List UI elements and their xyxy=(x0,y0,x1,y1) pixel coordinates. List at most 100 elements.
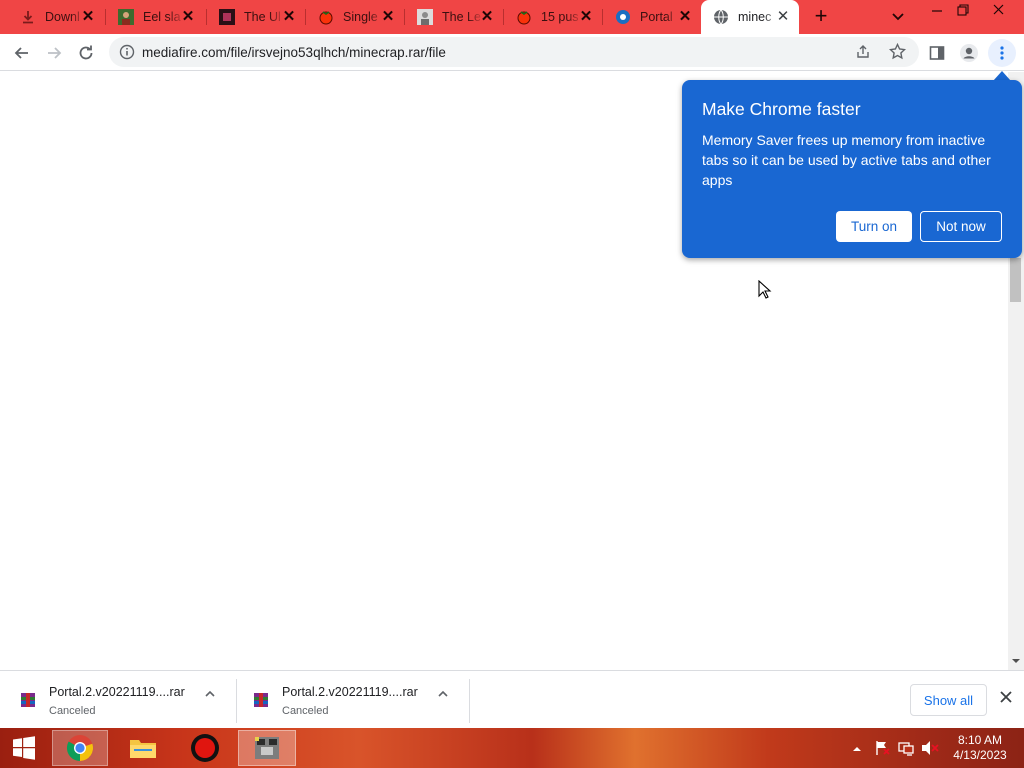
square-logo-icon xyxy=(219,9,235,25)
tab-the-le[interactable]: The Le ✕ xyxy=(405,0,503,34)
winrar-archive-icon xyxy=(21,693,35,707)
chevron-down-icon xyxy=(892,13,904,21)
side-panel-button[interactable] xyxy=(923,39,951,67)
close-icon[interactable]: ✕ xyxy=(775,9,791,25)
tab-title: Portal xyxy=(640,10,673,24)
reload-icon xyxy=(79,45,93,60)
download-item[interactable]: Portal.2.v20221119....rar Canceled xyxy=(233,671,469,729)
download-shelf: Portal.2.v20221119....rar Canceled Porta… xyxy=(0,670,1024,728)
tab-title: The Le xyxy=(442,10,481,24)
url-text: mediafire.com/file/irsvejno53qlhch/minec… xyxy=(142,45,446,60)
download-item[interactable]: Portal.2.v20221119....rar Canceled xyxy=(0,671,236,729)
tab-single[interactable]: Single ✕ xyxy=(306,0,404,34)
taskbar-minecraft-app[interactable] xyxy=(238,730,296,766)
person-photo-icon xyxy=(417,9,433,25)
volume-muted-icon[interactable] xyxy=(921,740,939,756)
windows-logo-icon xyxy=(13,736,35,760)
taskbar-file-explorer[interactable] xyxy=(120,730,166,766)
tab-title: minec xyxy=(738,10,772,24)
download-icon xyxy=(20,9,36,25)
folder-icon xyxy=(130,740,156,758)
tab-title: The Ul xyxy=(244,10,281,24)
close-icon[interactable]: ✕ xyxy=(281,9,297,25)
minimize-button[interactable] xyxy=(926,2,948,18)
kebab-menu-icon xyxy=(1000,46,1004,60)
person-photo-icon xyxy=(118,9,134,25)
tab-search-button[interactable] xyxy=(888,8,908,26)
download-filename: Portal.2.v20221119....rar xyxy=(49,685,185,699)
download-status: Canceled xyxy=(282,705,329,717)
restore-button[interactable] xyxy=(952,2,974,18)
system-clock[interactable]: 8:10 AM 4/13/2023 xyxy=(944,733,1016,763)
network-icon[interactable] xyxy=(898,740,914,756)
action-center-flag-icon[interactable] xyxy=(874,740,890,756)
forward-button[interactable] xyxy=(40,39,68,67)
show-all-button[interactable]: Show all xyxy=(910,684,987,716)
show-hidden-icons-button[interactable] xyxy=(851,742,863,754)
globe-icon xyxy=(713,9,729,25)
profile-button[interactable] xyxy=(955,39,983,67)
side-panel-icon xyxy=(929,46,945,60)
clock-date: 4/13/2023 xyxy=(953,748,1007,762)
tomato-icon xyxy=(516,9,532,25)
memory-saver-bubble: Make Chrome faster Memory Saver frees up… xyxy=(682,80,1022,258)
bubble-title: Make Chrome faster xyxy=(702,99,861,119)
bookmark-star-icon[interactable] xyxy=(888,42,907,60)
tomato-icon xyxy=(318,9,334,25)
chevron-up-icon[interactable] xyxy=(437,689,449,699)
menu-button[interactable] xyxy=(988,39,1016,67)
tab-title: 15 pus xyxy=(541,10,579,24)
close-shelf-button[interactable] xyxy=(996,689,1016,709)
tab-title: Single xyxy=(343,10,378,24)
close-window-button[interactable] xyxy=(988,2,1010,18)
avatar-icon xyxy=(960,44,978,62)
mouse-cursor-icon xyxy=(758,280,772,299)
start-button[interactable] xyxy=(4,730,44,766)
close-icon[interactable]: ✕ xyxy=(380,9,396,25)
tab-portal[interactable]: Portal ✕ xyxy=(603,0,701,34)
tab-the-ul[interactable]: The Ul ✕ xyxy=(207,0,305,34)
steam-icon xyxy=(615,9,631,25)
tab-eel[interactable]: Eel sla ✕ xyxy=(106,0,204,34)
record-icon xyxy=(191,734,219,762)
pixel-art-app-icon xyxy=(255,737,279,759)
arrow-right-icon xyxy=(48,47,62,59)
chevron-up-icon[interactable] xyxy=(204,689,216,699)
download-filename: Portal.2.v20221119....rar xyxy=(282,685,418,699)
address-bar[interactable]: mediafire.com/file/irsvejno53qlhch/minec… xyxy=(109,37,919,67)
tab-minecrap-active[interactable]: minec ✕ xyxy=(701,0,799,34)
turn-on-button[interactable]: Turn on xyxy=(836,211,912,242)
close-icon[interactable]: ✕ xyxy=(180,9,196,25)
back-button[interactable] xyxy=(8,39,36,67)
download-status: Canceled xyxy=(49,705,96,717)
scroll-down-arrow-icon xyxy=(1012,659,1020,663)
chevron-up-icon xyxy=(853,747,861,751)
tab-15-pus[interactable]: 15 pus ✕ xyxy=(504,0,602,34)
restore-icon xyxy=(957,4,969,16)
new-tab-button[interactable]: + xyxy=(810,5,832,28)
bubble-body: Memory Saver frees up memory from inacti… xyxy=(702,132,991,188)
reload-button[interactable] xyxy=(72,39,100,67)
taskbar-chrome[interactable] xyxy=(52,730,108,766)
close-icon[interactable]: ✕ xyxy=(479,9,495,25)
close-icon[interactable]: ✕ xyxy=(677,9,693,25)
tab-downloads[interactable]: Downl ✕ xyxy=(8,0,104,34)
taskbar-recorder[interactable] xyxy=(182,730,228,766)
toolbar: mediafire.com/file/irsvejno53qlhch/minec… xyxy=(0,34,1024,71)
winrar-archive-icon xyxy=(254,693,268,707)
close-icon xyxy=(1000,691,1012,703)
scrollbar-thumb[interactable] xyxy=(1010,258,1021,302)
clock-time: 8:10 AM xyxy=(957,733,1003,747)
not-now-button[interactable]: Not now xyxy=(920,211,1002,242)
close-icon xyxy=(993,4,1004,15)
close-icon[interactable]: ✕ xyxy=(80,9,96,25)
close-icon[interactable]: ✕ xyxy=(578,9,594,25)
arrow-left-icon xyxy=(14,47,28,59)
tab-title: Eel sla xyxy=(143,10,181,24)
share-icon[interactable] xyxy=(855,44,871,60)
chrome-icon xyxy=(66,735,93,762)
info-icon[interactable] xyxy=(119,44,135,60)
minimize-icon xyxy=(932,10,942,12)
windows-taskbar: 8:10 AM 4/13/2023 xyxy=(0,728,1024,768)
tab-strip: Downl ✕ Eel sla ✕ The Ul ✕ Single ✕ The … xyxy=(0,0,1024,34)
